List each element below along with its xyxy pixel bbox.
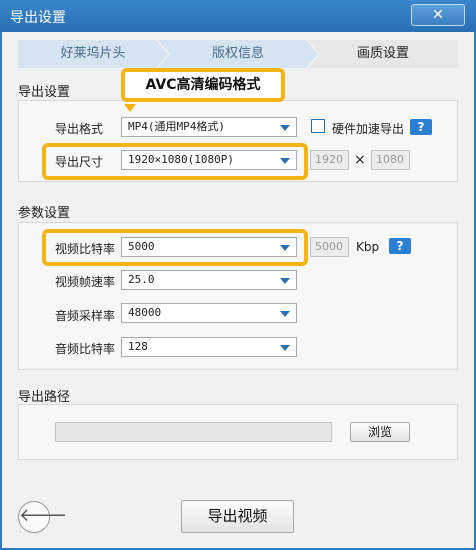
times-sign: × bbox=[354, 152, 366, 168]
fps-select[interactable]: 25.0 bbox=[121, 270, 297, 290]
bitrate-highlight bbox=[42, 229, 308, 266]
chevron-down-icon bbox=[280, 311, 290, 317]
size-highlight bbox=[42, 143, 308, 180]
close-button[interactable]: ✕ bbox=[411, 4, 465, 26]
format-select[interactable]: MP4(通用MP4格式) bbox=[121, 117, 297, 137]
avc-callout: AVC高清编码格式 bbox=[121, 68, 285, 102]
height-input[interactable]: 1080 bbox=[371, 150, 410, 170]
title-bar: 导出设置 ✕ bbox=[0, 0, 476, 32]
hw-accel-help-icon[interactable]: ? bbox=[410, 119, 432, 135]
step-hollywood-intro[interactable]: 好莱坞片头 bbox=[18, 40, 168, 68]
format-label: 导出格式 bbox=[55, 122, 104, 136]
bitrate-help-icon[interactable]: ? bbox=[389, 238, 411, 254]
step-copyright-info[interactable]: 版权信息 bbox=[158, 40, 318, 68]
params-title: 参数设置 bbox=[18, 206, 71, 221]
hw-accel-checkbox[interactable] bbox=[311, 119, 325, 133]
chevron-down-icon bbox=[280, 278, 290, 284]
audio-bitrate-select[interactable]: 128 bbox=[121, 337, 297, 357]
step-quality-settings[interactable]: 画质设置 bbox=[308, 40, 458, 68]
audio-bitrate-label: 音频比特率 bbox=[55, 342, 116, 356]
sample-rate-label: 音频采样率 bbox=[55, 309, 116, 323]
export-video-button[interactable]: 导出视频 bbox=[181, 500, 294, 533]
output-path-input[interactable] bbox=[55, 422, 332, 442]
export-settings-title: 导出设置 bbox=[18, 85, 71, 100]
browse-button[interactable]: 浏览 bbox=[350, 422, 410, 442]
export-settings-window: 导出设置 ✕ 好莱坞片头 版权信息 画质设置 导出设置 导出格式 MP4(通用M… bbox=[0, 0, 476, 550]
callout-pointer bbox=[124, 104, 136, 112]
output-path-title: 导出路径 bbox=[18, 390, 71, 405]
chevron-down-icon bbox=[280, 125, 290, 131]
bitrate-unit: Kbp bbox=[356, 240, 380, 254]
close-icon: ✕ bbox=[432, 7, 444, 23]
back-button[interactable]: 🡐 bbox=[18, 501, 67, 533]
audio-bitrate-value: 128 bbox=[128, 340, 148, 353]
fps-value: 25.0 bbox=[128, 273, 155, 286]
window-title: 导出设置 bbox=[10, 10, 66, 26]
step-navigation: 好莱坞片头 版权信息 画质设置 bbox=[18, 40, 458, 68]
sample-rate-select[interactable]: 48000 bbox=[121, 303, 297, 323]
hw-accel-label: 硬件加速导出 bbox=[332, 122, 405, 136]
bitrate-custom-input[interactable]: 5000 bbox=[310, 237, 349, 257]
fps-label: 视频帧速率 bbox=[55, 275, 116, 289]
width-input[interactable]: 1920 bbox=[310, 150, 349, 170]
arrow-left-icon: 🡐 bbox=[19, 505, 68, 526]
chevron-down-icon bbox=[280, 345, 290, 351]
format-value: MP4(通用MP4格式) bbox=[128, 120, 225, 133]
sample-rate-value: 48000 bbox=[128, 306, 162, 319]
